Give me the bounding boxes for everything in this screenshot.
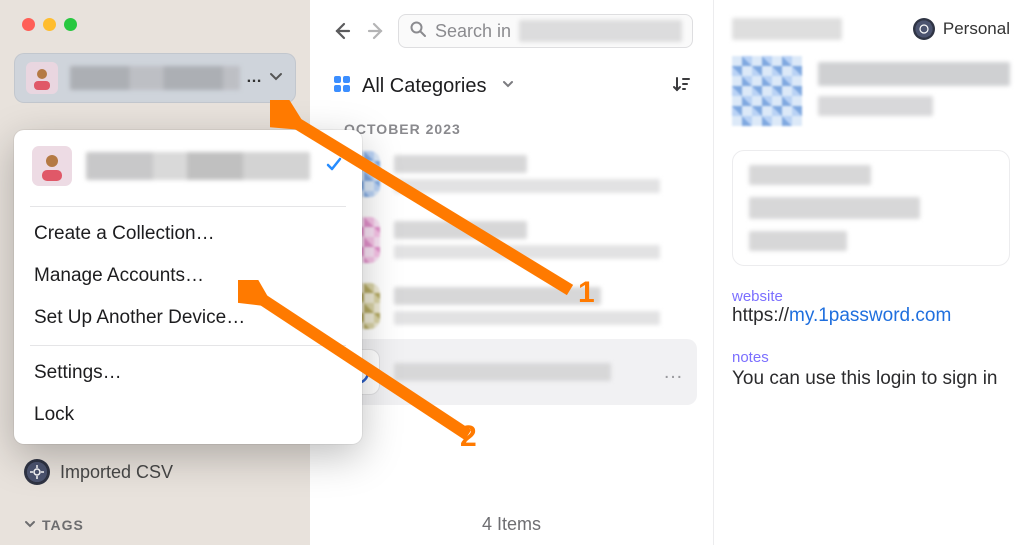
sidebar-section-tags[interactable]: TAGS xyxy=(24,517,84,533)
item-text xyxy=(394,155,689,193)
account-avatar-icon xyxy=(26,62,58,94)
detail-subtitle-redacted xyxy=(818,96,933,116)
website-field-value[interactable]: https://my.1password.com xyxy=(732,305,1010,327)
website-url-link[interactable]: my.1password.com xyxy=(789,305,951,326)
list-item[interactable] xyxy=(326,141,697,207)
menu-item-settings[interactable]: Settings… xyxy=(14,352,362,394)
detail-field-redacted xyxy=(749,197,920,219)
list-item[interactable] xyxy=(326,273,697,339)
item-subtitle-redacted xyxy=(394,311,660,325)
main-panel: Search in All Categories OCTOBER 2023 xyxy=(310,0,714,545)
minimize-window-button[interactable] xyxy=(43,18,56,31)
account-name-redacted xyxy=(70,66,240,90)
account-name-ellipsis: … xyxy=(246,69,262,87)
separator xyxy=(30,345,346,346)
detail-field-redacted xyxy=(749,231,847,251)
gear-icon xyxy=(24,459,50,485)
menu-item-set-up-device[interactable]: Set Up Another Device… xyxy=(14,297,362,339)
separator xyxy=(30,206,346,207)
detail-field-redacted xyxy=(749,165,871,185)
item-subtitle-redacted xyxy=(394,245,660,259)
detail-hero xyxy=(732,56,1010,126)
detail-item-icon xyxy=(732,56,802,126)
website-url-scheme: https:// xyxy=(732,305,789,326)
filter-bar: All Categories xyxy=(310,58,713,107)
close-window-button[interactable] xyxy=(22,18,35,31)
imported-csv-label: Imported CSV xyxy=(60,462,173,483)
vault-label: Personal xyxy=(943,19,1010,39)
item-title-redacted xyxy=(394,221,527,239)
detail-title-block xyxy=(818,56,1010,126)
search-prefix: Search in xyxy=(435,21,511,42)
search-scope-redacted xyxy=(519,20,682,42)
item-title-redacted xyxy=(394,155,527,173)
notes-field-label: notes xyxy=(732,349,1010,366)
nav-back-button[interactable] xyxy=(330,19,354,43)
search-input[interactable]: Search in xyxy=(398,14,693,48)
vault-icon xyxy=(913,18,935,40)
account-avatar-icon xyxy=(32,146,72,186)
zoom-window-button[interactable] xyxy=(64,18,77,31)
detail-vault-row: Personal xyxy=(732,18,1010,56)
detail-credentials-card xyxy=(732,150,1010,266)
menu-item-manage-accounts[interactable]: Manage Accounts… xyxy=(14,255,362,297)
item-title-redacted xyxy=(394,287,601,305)
list-item[interactable] xyxy=(326,207,697,273)
chevron-down-icon xyxy=(268,68,284,89)
toolbar: Search in xyxy=(310,0,713,58)
list-item[interactable]: … xyxy=(326,339,697,405)
chevron-down-icon xyxy=(501,77,515,96)
account-dropdown-current[interactable] xyxy=(14,146,362,200)
website-field-label: website xyxy=(732,288,1010,305)
item-list: OCTOBER 2023 xyxy=(310,107,713,500)
checkmark-icon xyxy=(324,154,344,179)
list-section-header: OCTOBER 2023 xyxy=(326,111,697,141)
menu-item-create-collection[interactable]: Create a Collection… xyxy=(14,213,362,255)
search-icon xyxy=(409,20,427,43)
item-count: 4 Items xyxy=(310,500,713,545)
menu-item-lock[interactable]: Lock xyxy=(14,394,362,436)
detail-breadcrumb-redacted xyxy=(732,18,842,40)
item-text xyxy=(394,287,689,325)
category-filter-button[interactable]: All Categories xyxy=(362,75,487,98)
window-controls xyxy=(0,0,310,31)
vault-selector[interactable]: Personal xyxy=(913,18,1010,40)
detail-panel: Personal website https://my.1password.co… xyxy=(714,0,1024,545)
tags-label: TAGS xyxy=(42,517,84,533)
more-ellipsis: … xyxy=(663,361,689,384)
detail-title-redacted xyxy=(818,62,1010,86)
account-name-redacted xyxy=(86,152,310,180)
item-title-redacted xyxy=(394,363,611,381)
item-text xyxy=(394,363,649,381)
item-text xyxy=(394,221,689,259)
sort-button[interactable] xyxy=(671,74,691,99)
account-selector[interactable]: … xyxy=(14,53,296,103)
categories-icon xyxy=(332,74,352,99)
sidebar-item-imported-csv[interactable]: Imported CSV xyxy=(24,459,173,485)
notes-field-value: You can use this login to sign in xyxy=(732,368,1010,390)
nav-forward-button[interactable] xyxy=(364,19,388,43)
chevron-down-icon xyxy=(24,517,36,533)
item-subtitle-redacted xyxy=(394,179,660,193)
account-dropdown: Create a Collection… Manage Accounts… Se… xyxy=(14,130,362,444)
